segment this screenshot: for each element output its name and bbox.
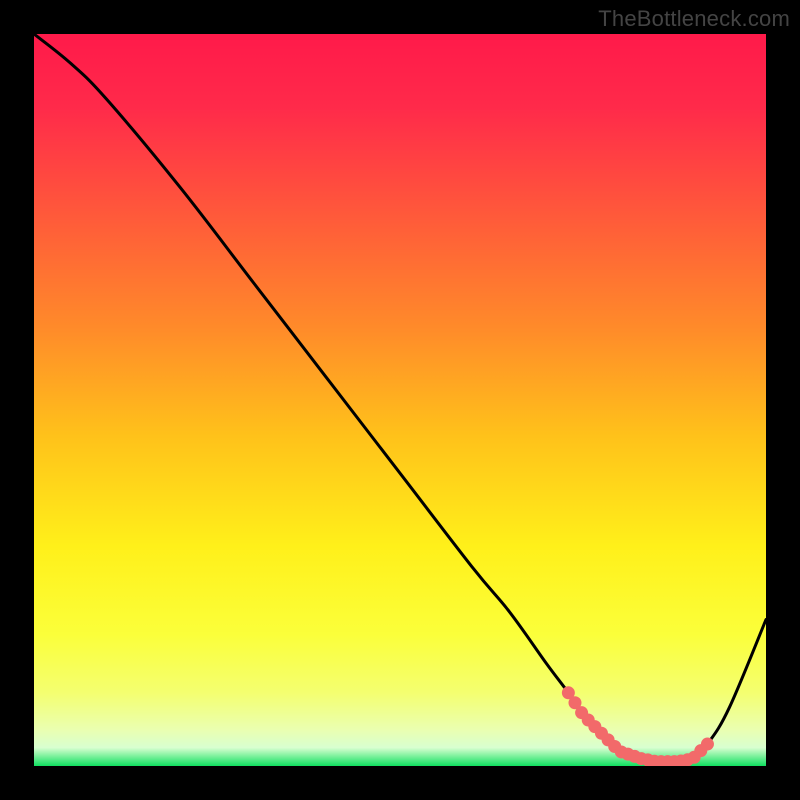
chart-curve-layer (34, 34, 766, 766)
bottleneck-curve (34, 34, 766, 762)
watermark-label: TheBottleneck.com (598, 6, 790, 32)
chart-plot-area (34, 34, 766, 766)
valley-marker-dot (701, 738, 714, 751)
